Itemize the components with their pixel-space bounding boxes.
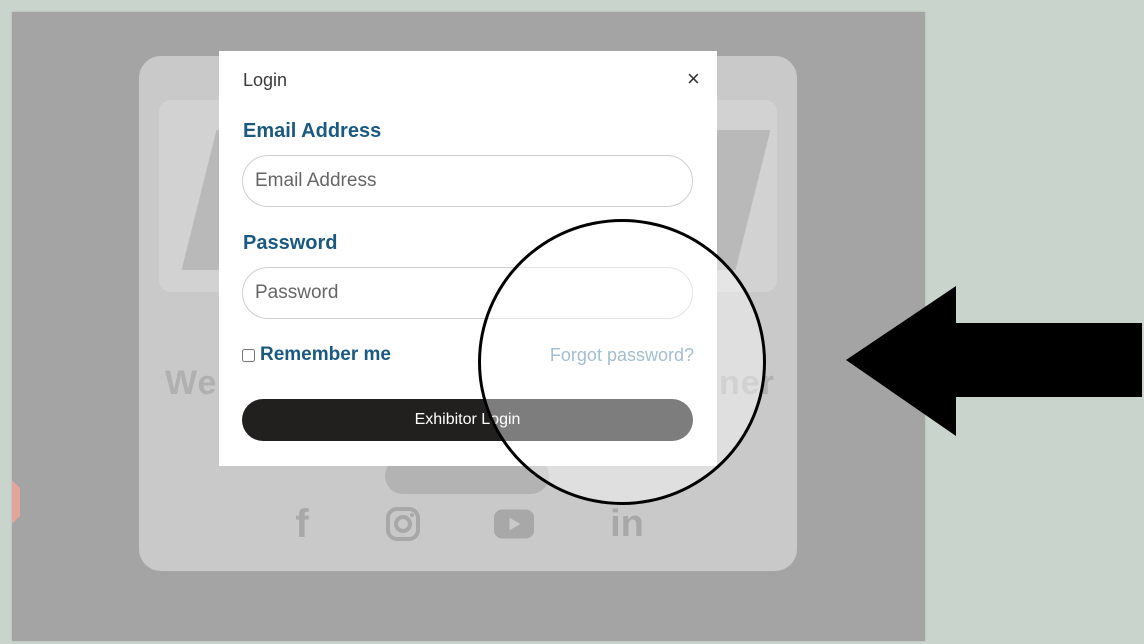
youtube-icon [494,504,534,544]
close-icon[interactable]: × [687,67,700,91]
left-arrow-icon [846,286,1142,436]
password-label: Password [243,232,338,254]
remember-me[interactable]: Remember me [242,344,391,366]
remember-me-label: Remember me [260,344,391,365]
email-field[interactable] [242,155,693,207]
facebook-icon: f [295,501,309,546]
linkedin-icon: in [610,502,644,545]
highlight-circle [478,219,766,505]
modal-title: Login [243,70,288,90]
email-label: Email Address [243,120,382,142]
welcome-text-left: We [165,364,218,402]
instagram-icon [383,504,423,544]
decorative-shape [12,467,20,537]
remember-me-checkbox[interactable] [242,348,255,362]
